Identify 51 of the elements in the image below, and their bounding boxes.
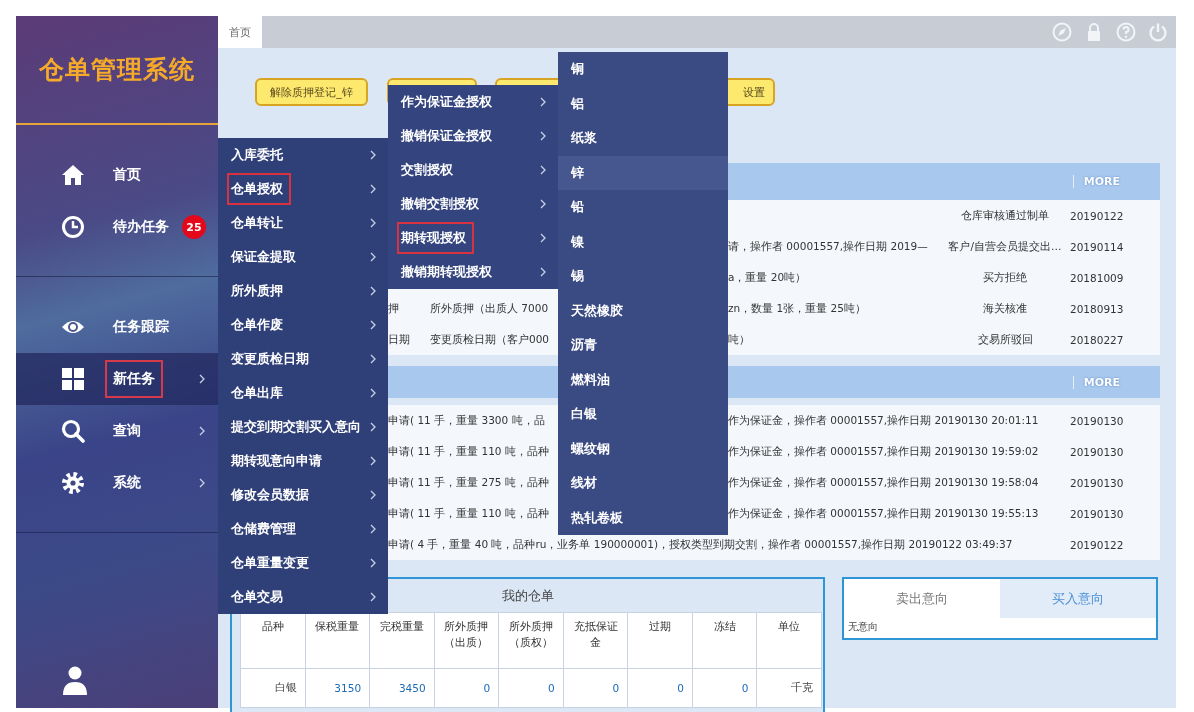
table-cell-text: 申请( 11 手，重量 110 吨，品种 <box>388 444 550 459</box>
table-cell-text: 20190130 <box>1070 445 1125 458</box>
table-cell-text: 客户/自营会员提交出… <box>947 239 1063 254</box>
table-cell-text: zn，数量 1张，重量 25吨） <box>728 301 867 316</box>
table-cell-text: 20190122 <box>1070 538 1125 551</box>
table-cell-text: 20180227 <box>1070 333 1125 346</box>
column-header: 所外质押（质权） <box>498 612 564 669</box>
table-cell-text: 买方拒绝 <box>982 270 1028 285</box>
table-cell: 3150 <box>305 668 370 708</box>
table-cell-text: 20190114 <box>1070 240 1125 253</box>
table-cell-text: 作为保证金，操作者 00001557,操作日期 20190130 19:58:04 <box>728 475 1040 490</box>
table-cell: 0 <box>434 668 499 708</box>
table-cell-text: 20181009 <box>1070 271 1125 284</box>
table-cell-text: 作为保证金，操作者 00001557,操作日期 20190130 20:01:11 <box>728 413 1040 428</box>
table-cell-text: 作为保证金，操作者 00001557,操作日期 20190130 19:59:02 <box>728 444 1040 459</box>
app-logo: 仓单管理系统 <box>39 54 195 86</box>
column-header: 单位 <box>756 612 822 669</box>
table-cell-text: 申请( 4 手，重量 40 吨，品种ru，业务单 190000001)，授权类型到期交割，操作者 00001557,操作日期 20190122 03:49:37 <box>388 537 1014 552</box>
table-cell: 千克 <box>756 668 822 708</box>
table-cell-text: 日期 <box>388 332 411 347</box>
table-cell-text: 20180913 <box>1070 302 1125 315</box>
table-cell: 3450 <box>369 668 435 708</box>
table-cell-text: 交易所驳回 <box>976 332 1034 347</box>
table-cell-text: 20190122 <box>1070 209 1125 222</box>
table-cell: 0 <box>563 668 628 708</box>
table-cell: 白银 <box>240 668 306 708</box>
count-badge: 25 <box>182 215 206 239</box>
table-cell-text: 海关核准 <box>982 301 1028 316</box>
table-cell: 0 <box>692 668 757 708</box>
table-cell-text: 20190130 <box>1070 414 1125 427</box>
table-cell-text: 20190130 <box>1070 476 1125 489</box>
table-cell-text: 仓库审核通过制单 <box>960 208 1050 223</box>
table-cell-text: 作为保证金，操作者 00001557,操作日期 20190130 19:55:13 <box>728 506 1040 521</box>
table-cell-text: 20190130 <box>1070 507 1125 520</box>
empty-message: 无意向 <box>848 621 878 632</box>
table-cell-text: 申请( 11 手，重量 275 吨，品种 <box>388 475 550 490</box>
column-header: 过期 <box>627 612 693 669</box>
column-header: 冻结 <box>692 612 757 669</box>
table-cell-text: 申请( 11 手，重量 110 吨，品种 <box>388 506 550 521</box>
column-header: 所外质押（出质） <box>434 612 499 669</box>
column-header: 充抵保证金 <box>563 612 628 669</box>
table-cell-text: 变更质检日期（客户000 <box>430 332 551 347</box>
table-cell-text: 申请( 11 手，重量 3300 吨，品 <box>388 413 546 428</box>
table-cell-text: a，重量 20吨） <box>728 270 808 285</box>
table-cell: 0 <box>498 668 564 708</box>
table-cell-text: 所外质押（出质人 7000 <box>430 301 550 316</box>
table-cell-text: 押 <box>388 301 400 316</box>
table-cell-text: 请，操作者 00001557,操作日期 2019— <box>728 239 929 254</box>
table-cell: 0 <box>627 668 693 708</box>
panel-title: 我的仓单 <box>501 586 554 605</box>
table-cell-text: 吨） <box>728 332 751 347</box>
